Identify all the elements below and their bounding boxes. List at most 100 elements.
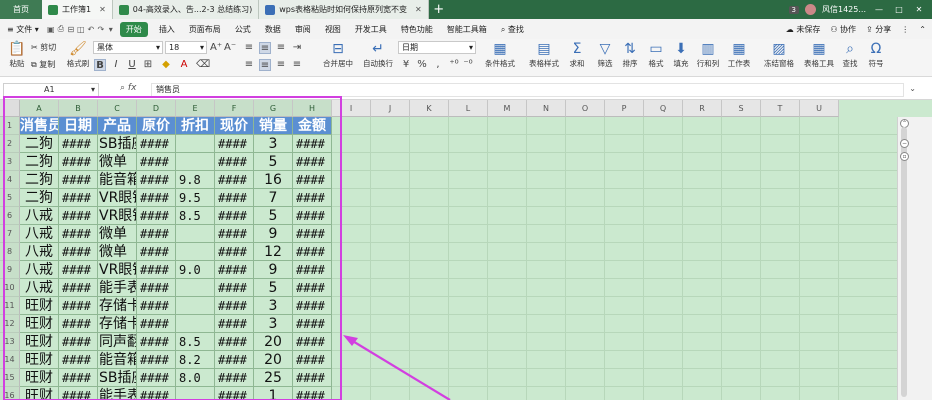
collapse-ribbon-icon[interactable]: ⌃ <box>919 25 926 34</box>
column-header-O[interactable]: O <box>566 100 605 117</box>
table-cell[interactable]: #### <box>293 261 332 279</box>
clear-format-icon[interactable]: ⌫ <box>196 59 210 71</box>
table-cell[interactable]: #### <box>215 207 254 225</box>
undo-icon[interactable]: ↶ <box>86 25 96 34</box>
currency-icon[interactable]: ¥ <box>400 59 412 71</box>
column-header-K[interactable]: K <box>410 100 449 117</box>
table-cell[interactable]: 能手表 <box>98 279 137 297</box>
name-box[interactable]: A1 ▾ <box>3 83 99 97</box>
row-header-6[interactable]: 6 <box>0 207 20 225</box>
table-cell[interactable]: #### <box>137 243 176 261</box>
table-cell[interactable]: 9.8 <box>176 171 215 189</box>
table-cell[interactable]: 能手表 <box>98 387 137 400</box>
menu-page-layout[interactable]: 页面布局 <box>182 24 228 35</box>
table-style-button[interactable]: ▤ 表格样式 <box>524 40 564 69</box>
preview-icon[interactable]: ◫ <box>76 25 86 34</box>
header-cell[interactable]: 销量 <box>254 117 293 135</box>
table-cell[interactable]: #### <box>293 153 332 171</box>
row-header-5[interactable]: 5 <box>0 189 20 207</box>
font-color-icon[interactable]: A <box>178 59 190 71</box>
table-cell[interactable]: #### <box>59 189 98 207</box>
table-cell[interactable]: #### <box>215 297 254 315</box>
table-cell[interactable]: 同声翻 <box>98 333 137 351</box>
header-cell[interactable]: 原价 <box>137 117 176 135</box>
menu-formula[interactable]: 公式 <box>228 24 258 35</box>
column-header-A[interactable]: A <box>20 100 59 117</box>
table-cell[interactable]: #### <box>215 315 254 333</box>
row-header-16[interactable]: 16 <box>0 387 20 400</box>
row-header-12[interactable]: 12 <box>0 315 20 333</box>
table-cell[interactable]: #### <box>137 369 176 387</box>
user-name[interactable]: 风信1425... <box>822 4 866 15</box>
table-cell[interactable]: #### <box>59 279 98 297</box>
column-header-H[interactable]: H <box>293 100 332 117</box>
table-cell[interactable]: #### <box>215 351 254 369</box>
table-cell[interactable] <box>176 135 215 153</box>
table-cell[interactable]: 7 <box>254 189 293 207</box>
table-cell[interactable]: #### <box>59 225 98 243</box>
scroll-option-icon[interactable]: − <box>900 139 909 148</box>
table-cell[interactable]: #### <box>137 351 176 369</box>
redo-icon[interactable]: ↷ <box>96 25 106 34</box>
scroll-option-icon[interactable]: ▫ <box>900 152 909 161</box>
table-cell[interactable]: #### <box>59 351 98 369</box>
table-cell[interactable]: 1 <box>254 387 293 400</box>
border-icon[interactable]: ⊞ <box>142 59 154 71</box>
menu-insert[interactable]: 插入 <box>152 24 182 35</box>
table-cell[interactable]: 旺财 <box>20 369 59 387</box>
table-cell[interactable]: #### <box>59 369 98 387</box>
table-cell[interactable] <box>176 243 215 261</box>
table-cell[interactable]: VR眼镜 <box>98 207 137 225</box>
table-cell[interactable]: 旺财 <box>20 351 59 369</box>
table-cell[interactable]: #### <box>137 135 176 153</box>
table-cell[interactable]: #### <box>59 153 98 171</box>
row-header-3[interactable]: 3 <box>0 153 20 171</box>
table-cell[interactable]: 微单 <box>98 243 137 261</box>
align-left-icon[interactable]: ≡ <box>243 59 255 71</box>
align-right-icon[interactable]: ≡ <box>275 59 287 71</box>
format-painter-button[interactable]: 🖌 格式刷 <box>58 40 98 69</box>
table-cell[interactable] <box>176 315 215 333</box>
table-cell[interactable]: #### <box>293 225 332 243</box>
thousands-icon[interactable]: , <box>432 59 444 71</box>
header-cell[interactable]: 消售员 <box>20 117 59 135</box>
indent-icon[interactable]: ⇥ <box>291 42 303 54</box>
table-cell[interactable]: #### <box>293 351 332 369</box>
avatar[interactable] <box>805 4 816 15</box>
table-cell[interactable]: #### <box>293 315 332 333</box>
table-cell[interactable]: SB插座 <box>98 135 137 153</box>
search-menu[interactable]: ⌕ 查找 <box>494 24 531 35</box>
close-window-button[interactable]: ✕ <box>912 5 926 14</box>
table-cell[interactable]: 存储卡 <box>98 315 137 333</box>
table-cell[interactable]: 8.2 <box>176 351 215 369</box>
collab-button[interactable]: ⚇ 协作 <box>830 24 856 35</box>
worksheet-button[interactable]: ▦ 工作表 <box>720 40 758 69</box>
tab-wps-article[interactable]: wps表格粘贴时如何保持原列宽不变 ✕ <box>259 0 429 19</box>
table-cell[interactable]: 8.5 <box>176 207 215 225</box>
table-cell[interactable]: #### <box>137 225 176 243</box>
underline-button[interactable]: U <box>126 59 138 71</box>
table-cell[interactable]: 二狗 <box>20 171 59 189</box>
print-icon[interactable]: ⊟ <box>66 25 76 34</box>
close-icon[interactable]: ✕ <box>99 5 106 14</box>
table-cell[interactable]: #### <box>215 387 254 400</box>
freeze-panes-button[interactable]: ▨ 冻结窗格 <box>757 40 801 69</box>
column-header-R[interactable]: R <box>683 100 722 117</box>
table-cell[interactable]: #### <box>137 261 176 279</box>
table-cell[interactable] <box>176 387 215 400</box>
table-cell[interactable]: #### <box>59 207 98 225</box>
table-cell[interactable]: 8.0 <box>176 369 215 387</box>
paste-button[interactable]: 📋 粘贴 <box>0 40 34 69</box>
table-cell[interactable]: #### <box>137 315 176 333</box>
table-cell[interactable]: 3 <box>254 315 293 333</box>
column-header-C[interactable]: C <box>98 100 137 117</box>
column-header-M[interactable]: M <box>488 100 527 117</box>
table-cell[interactable]: #### <box>59 387 98 400</box>
spreadsheet-grid[interactable]: ⌃ − ▫ A B C D E F G H I J K L M N O P Q R S T U 1 2 3 4 5 6 7 8 9 10 11… <box>0 100 932 400</box>
table-cell[interactable]: 旺财 <box>20 333 59 351</box>
close-icon[interactable]: ✕ <box>415 5 422 14</box>
symbol-button[interactable]: Ω 符号 <box>858 40 894 69</box>
table-cell[interactable]: 16 <box>254 171 293 189</box>
table-cell[interactable]: 9.0 <box>176 261 215 279</box>
table-cell[interactable]: #### <box>59 333 98 351</box>
